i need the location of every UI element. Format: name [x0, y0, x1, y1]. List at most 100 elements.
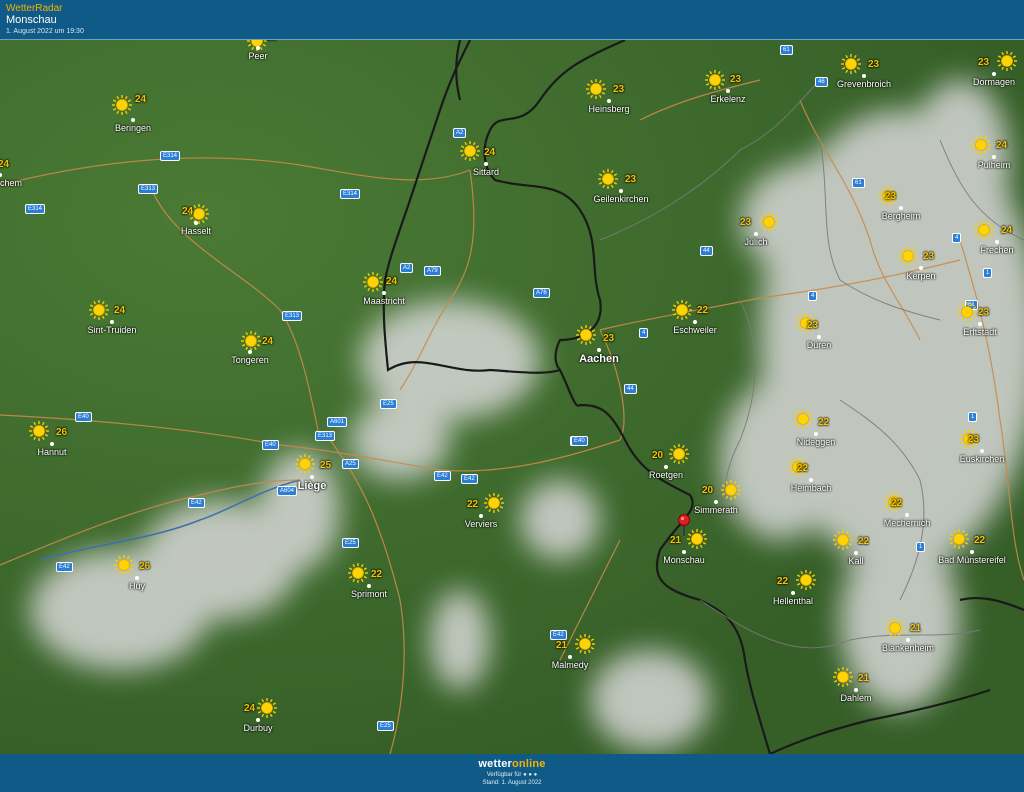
city-dot	[568, 655, 572, 659]
temperature-label: 22	[818, 417, 830, 428]
brand-logo[interactable]: wetteronline	[0, 758, 1024, 770]
temperature-label: 25	[320, 460, 332, 471]
sun-icon	[586, 79, 606, 99]
road-shield: A25	[342, 459, 359, 469]
city-dot	[619, 189, 623, 193]
city-name: Aachen	[579, 353, 619, 365]
temperature-label: 22	[697, 305, 709, 316]
city-name: Mechernich	[883, 518, 931, 528]
city-dot	[791, 591, 795, 595]
road-shield: E42	[188, 498, 205, 508]
temperature-label: 22	[777, 576, 789, 587]
temperature-label: 23	[868, 59, 880, 70]
road-shield: 4	[808, 291, 818, 301]
temperature-label: 22	[467, 499, 479, 510]
road-shield: E314	[160, 151, 181, 161]
city-name: Heimbach	[790, 483, 832, 493]
city-name: Beringen	[114, 123, 152, 133]
road-shield: E313	[282, 311, 303, 321]
city-dot	[135, 576, 139, 580]
sun-icon	[793, 409, 813, 429]
date-time: 1. August 2022 um 19:30	[6, 28, 84, 35]
city-name: Julich	[744, 237, 768, 247]
city-name: Blankenheim	[881, 643, 935, 653]
sun-icon	[885, 618, 905, 638]
location-title: Monschau	[6, 14, 57, 26]
city-name: Sint-Truiden	[87, 325, 137, 335]
road-shield: E314	[340, 189, 361, 199]
app-title: WetterRadar	[6, 3, 63, 14]
road-shield: 4	[639, 328, 649, 338]
city-dot	[862, 74, 866, 78]
city-dot	[310, 475, 314, 479]
city-dot	[919, 266, 923, 270]
sun-icon	[598, 169, 618, 189]
city-name: Roetgen	[648, 470, 684, 480]
temperature-label: 26	[56, 427, 68, 438]
road-shield: 61	[852, 178, 865, 188]
temperature-label: 22	[797, 463, 809, 474]
city-dot	[484, 162, 488, 166]
road-shield: 4	[952, 233, 962, 243]
road-shield: E40	[75, 412, 92, 422]
road-shield: 44	[700, 246, 713, 256]
city-name: Huy	[128, 581, 146, 591]
stand-text: Stand: 1. August 2022	[482, 780, 542, 786]
city-name: Hellenthal	[772, 596, 814, 606]
city-name: Frechen	[980, 245, 1014, 255]
city-name: Peer	[248, 51, 268, 61]
sun-icon	[796, 570, 816, 590]
city-dot	[978, 322, 982, 326]
city-dot	[817, 335, 821, 339]
road-shield: 46	[815, 77, 828, 87]
sun-icon	[898, 246, 918, 266]
city-dot	[682, 550, 686, 554]
city-name: Euskirchen	[959, 454, 1005, 464]
city-name: Dahlem	[840, 693, 872, 703]
brand-prefix: wetter	[478, 758, 512, 770]
city-dot	[693, 320, 697, 324]
city-name: Hasselt	[180, 226, 212, 236]
weather-radar-map[interactable]: E314 E313 E314 E314 E313 E40 E40 E42 E42 A601 E313…	[0, 40, 1024, 754]
temperature-label: 24	[114, 305, 126, 316]
road-shield: 44	[624, 384, 637, 394]
city-name: Dormagen	[972, 77, 1016, 87]
city-name: Geilenkirchen	[593, 194, 649, 204]
road-shield: 1	[916, 542, 926, 552]
city-dot	[194, 221, 198, 225]
temperature-label: 23	[613, 84, 625, 95]
road-shield: E40	[262, 440, 279, 450]
city-name: Liège	[297, 480, 327, 492]
city-dot	[995, 240, 999, 244]
map-pin-icon[interactable]	[677, 514, 691, 536]
temperature-label: 24	[262, 336, 274, 347]
city-name: Maastricht	[363, 296, 405, 306]
temperature-label: 24	[996, 140, 1008, 151]
brand-suffix: online	[512, 758, 546, 770]
availability-text: Verfügbar für ● ● ●	[486, 772, 538, 778]
sun-icon	[833, 667, 853, 687]
sun-icon	[669, 444, 689, 464]
city-name: Erkelenz	[710, 94, 746, 104]
temperature-label: 23	[625, 174, 637, 185]
temperature-label: 24	[484, 147, 496, 158]
road-shield: E42	[56, 562, 73, 572]
city-dot	[906, 638, 910, 642]
temperature-label: 23	[978, 57, 990, 68]
temperature-label: 23	[807, 320, 819, 331]
temperature-label: 24	[386, 276, 398, 287]
city-dot	[854, 551, 858, 555]
temperature-label: 24	[135, 94, 147, 105]
city-dot	[382, 291, 386, 295]
city-name: Düren	[806, 340, 832, 350]
sun-icon	[974, 220, 994, 240]
road-shield: E313	[138, 184, 159, 194]
city-name: Erftstadt	[963, 327, 997, 337]
sun-icon	[241, 331, 261, 351]
road-shield: A601	[327, 417, 348, 427]
sun-icon	[759, 212, 779, 232]
road-shield: 1	[968, 412, 978, 422]
temperature-label: 26	[139, 561, 151, 572]
temperature-label: 22	[974, 535, 986, 546]
road-shield: E25	[342, 538, 359, 548]
